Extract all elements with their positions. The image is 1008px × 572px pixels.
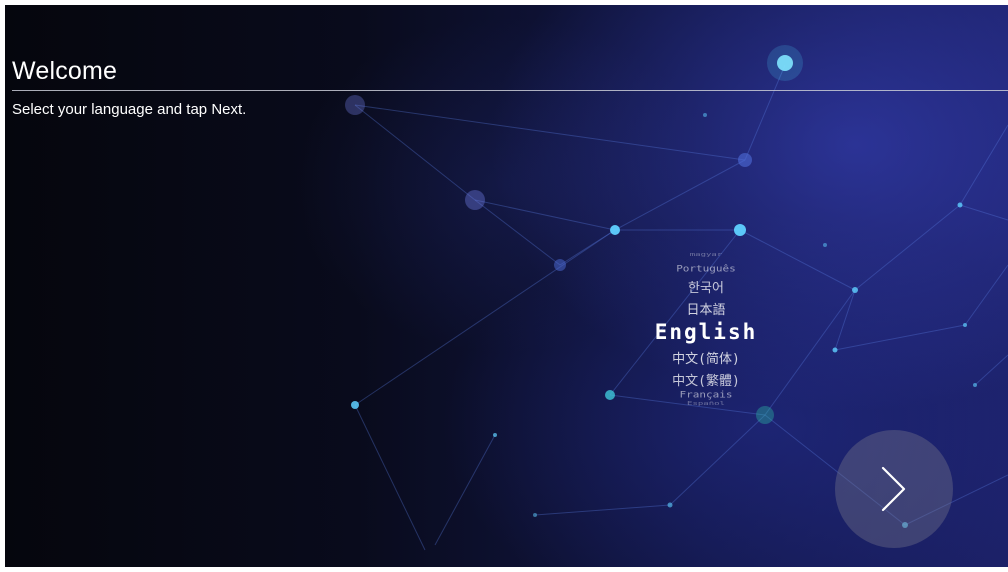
language-option-chinese-simplified[interactable]: 中文(简体) — [615, 348, 797, 367]
language-option-portugues[interactable]: Português — [615, 263, 797, 273]
language-option-espanol[interactable]: Español — [615, 401, 797, 407]
page-title: Welcome — [12, 57, 118, 85]
language-option-selected[interactable]: English — [615, 320, 797, 344]
header-divider — [12, 90, 1008, 91]
next-button[interactable] — [835, 430, 953, 548]
language-option-magyar[interactable]: magyar — [615, 252, 797, 258]
language-option-korean[interactable]: 한국어 — [615, 277, 797, 296]
language-option-francais[interactable]: Français — [615, 389, 797, 399]
welcome-screen: Welcome Select your language and tap Nex… — [5, 5, 1008, 567]
page-subtitle: Select your language and tap Next. — [12, 101, 247, 118]
language-option-chinese-traditional[interactable]: 中文(繁體) — [615, 370, 797, 389]
language-picker[interactable]: magyar Português 한국어 日本語 English 中文(简体) … — [615, 243, 797, 411]
language-option-japanese[interactable]: 日本語 — [615, 299, 797, 318]
chevron-right-icon — [881, 466, 906, 512]
